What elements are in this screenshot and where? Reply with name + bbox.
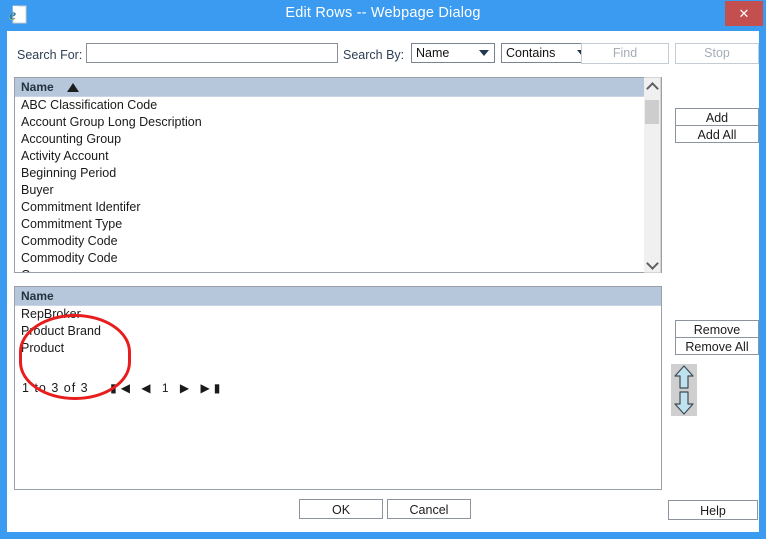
pager-last-button[interactable]: ▶▮ bbox=[200, 381, 224, 395]
add-button[interactable]: Add bbox=[675, 108, 759, 126]
list-item[interactable]: Product bbox=[15, 340, 661, 357]
pager-navigation: ▮◀ ◀ 1 ▶ ▶▮ bbox=[110, 381, 224, 395]
available-list-body: ABC Classification Code Account Group Lon… bbox=[15, 97, 661, 272]
scroll-up-button[interactable] bbox=[644, 78, 660, 95]
find-button[interactable]: Find bbox=[581, 43, 669, 64]
available-list-header-label: Name bbox=[21, 80, 54, 94]
selected-list-body: RepBroker Product Brand Product bbox=[15, 306, 661, 366]
title-bar: e e Edit Rows -- Webpage Dialog ✕ bbox=[0, 0, 766, 31]
match-type-select[interactable]: Contains bbox=[501, 43, 593, 63]
ok-button[interactable]: OK bbox=[299, 499, 383, 519]
list-item[interactable]: Commitment Type bbox=[15, 216, 661, 233]
list-item[interactable]: Accounting Group bbox=[15, 131, 661, 148]
chevron-up-icon bbox=[646, 82, 659, 95]
scroll-down-button[interactable] bbox=[644, 255, 660, 272]
pager-next-button[interactable]: ▶ bbox=[180, 381, 193, 395]
list-item[interactable]: Account Group Long Description bbox=[15, 114, 661, 131]
list-item[interactable]: Activity Account bbox=[15, 148, 661, 165]
list-item[interactable]: RepBroker bbox=[15, 306, 661, 323]
add-all-button[interactable]: Add All bbox=[675, 125, 759, 143]
search-toolbar: Search For: Search By: Name Contains Fin… bbox=[7, 31, 759, 67]
pager-current-page: 1 bbox=[161, 381, 173, 395]
search-by-value: Name bbox=[416, 46, 450, 60]
list-item-clipped[interactable]: C bbox=[15, 267, 661, 272]
list-item[interactable]: Commitment Identifer bbox=[15, 199, 661, 216]
move-up-icon bbox=[674, 365, 694, 389]
move-down-icon bbox=[674, 391, 694, 415]
remove-all-button[interactable]: Remove All bbox=[675, 337, 759, 355]
available-list-header[interactable]: Name bbox=[15, 78, 661, 97]
available-list-scrollbar[interactable] bbox=[644, 77, 661, 273]
pager: 1 to 3 of 3 ▮◀ ◀ 1 ▶ ▶▮ bbox=[22, 381, 224, 397]
close-icon: ✕ bbox=[738, 6, 750, 21]
stop-button[interactable]: Stop bbox=[675, 43, 759, 64]
list-item[interactable]: Beginning Period bbox=[15, 165, 661, 182]
search-input[interactable] bbox=[86, 43, 338, 63]
available-fields-list[interactable]: Name ABC Classification Code Account Grou… bbox=[14, 77, 662, 273]
match-type-value: Contains bbox=[506, 46, 556, 60]
cancel-button[interactable]: Cancel bbox=[387, 499, 471, 519]
search-by-select[interactable]: Name bbox=[411, 43, 495, 63]
pager-range-text: 1 to 3 of 3 bbox=[22, 381, 89, 395]
page-title: Edit Rows -- Webpage Dialog bbox=[285, 5, 481, 21]
chevron-down-icon bbox=[479, 50, 489, 56]
sort-ascending-icon bbox=[67, 83, 79, 92]
search-by-label: Search By: bbox=[343, 48, 405, 62]
list-item[interactable]: Commodity Code bbox=[15, 233, 661, 250]
close-button[interactable]: ✕ bbox=[725, 1, 763, 26]
search-for-label: Search For: bbox=[17, 48, 83, 62]
selected-fields-panel[interactable]: Name RepBroker Product Brand Product 1 to … bbox=[14, 286, 662, 490]
help-button[interactable]: Help bbox=[668, 500, 758, 520]
reorder-arrows bbox=[671, 364, 697, 416]
remove-button[interactable]: Remove bbox=[675, 320, 759, 338]
list-item[interactable]: Product Brand bbox=[15, 323, 661, 340]
list-item[interactable]: Commodity Code bbox=[15, 250, 661, 267]
pager-first-button[interactable]: ▮◀ bbox=[110, 381, 134, 395]
list-item[interactable]: ABC Classification Code bbox=[15, 97, 661, 114]
list-item[interactable]: Buyer bbox=[15, 182, 661, 199]
chevron-down-icon bbox=[646, 257, 659, 270]
dialog-window: e e Edit Rows -- Webpage Dialog ✕ Search… bbox=[0, 0, 766, 539]
selected-list-header: Name bbox=[15, 287, 661, 306]
dialog-client-area: Search For: Search By: Name Contains Fin… bbox=[7, 31, 759, 532]
scrollbar-thumb[interactable] bbox=[645, 100, 659, 124]
selected-list-header-label: Name bbox=[21, 289, 54, 303]
pager-prev-button[interactable]: ◀ bbox=[141, 381, 154, 395]
